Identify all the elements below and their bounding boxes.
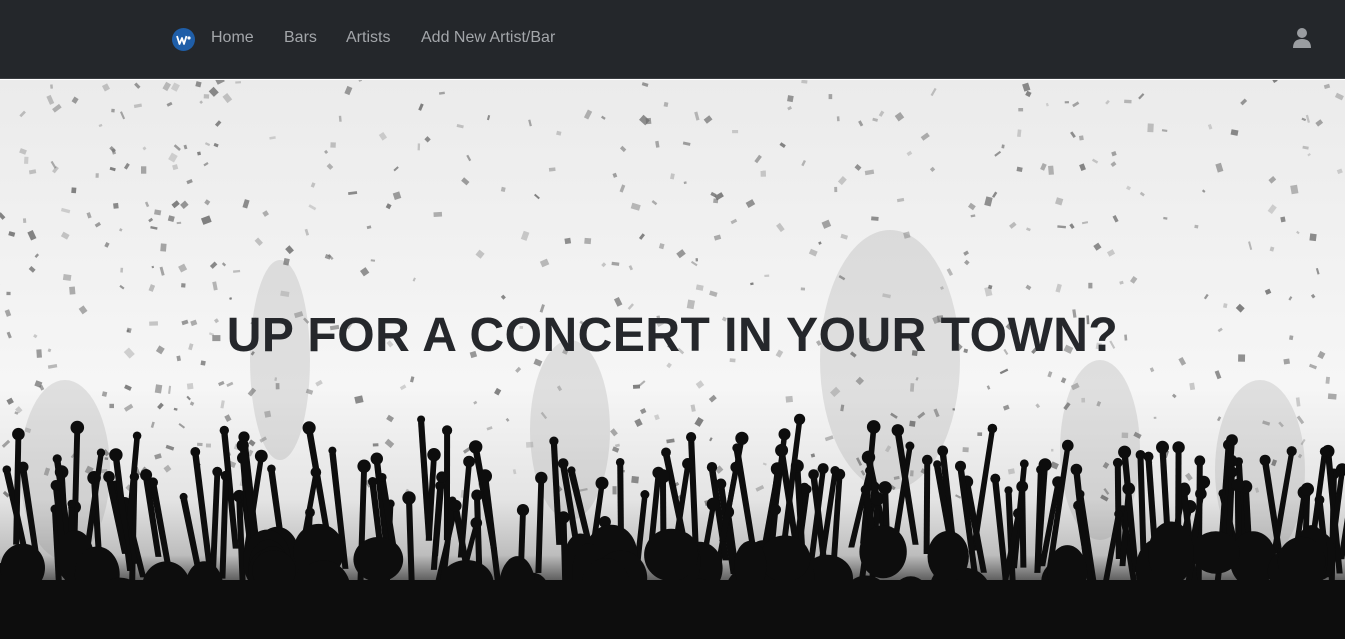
user-account-button[interactable] [1291, 26, 1313, 50]
w-logo-glyph [175, 35, 191, 45]
nav-link-bars[interactable]: Bars [284, 28, 317, 48]
nav-link-add-new-artist-bar[interactable]: Add New Artist/Bar [421, 28, 555, 48]
top-navbar: Home Bars Artists Add New Artist/Bar [0, 0, 1345, 79]
hero-section: UP FOR A CONCERT IN YOUR TOWN? [0, 80, 1345, 639]
nav-link-artists[interactable]: Artists [346, 28, 390, 48]
brand-logo-icon[interactable] [172, 28, 195, 51]
nav-link-home[interactable]: Home [211, 28, 254, 48]
hero-title: UP FOR A CONCERT IN YOUR TOWN? [226, 309, 1119, 362]
user-icon [1293, 28, 1311, 48]
